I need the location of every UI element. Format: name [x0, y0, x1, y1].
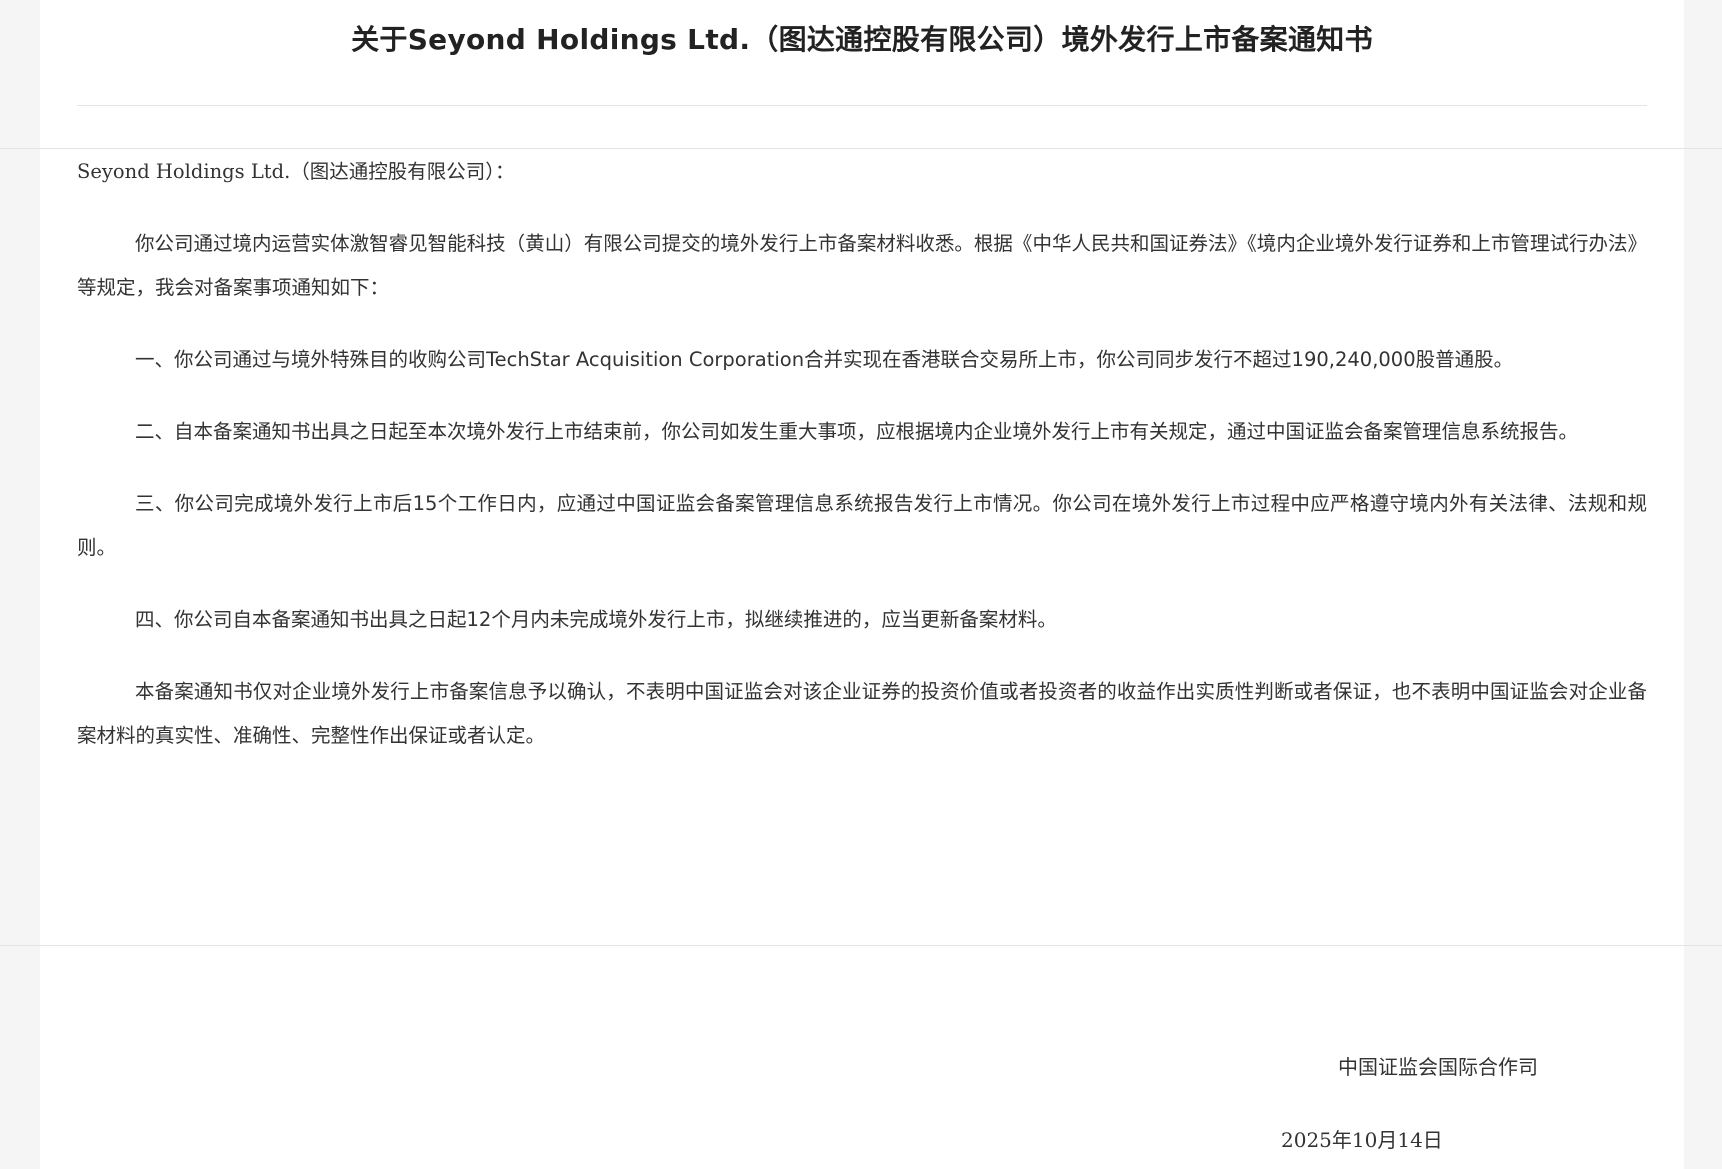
paragraph-disclaimer: 本备案通知书仅对企业境外发行上市备案信息予以确认，不表明中国证监会对该企业证券的… — [77, 680, 1647, 747]
paragraph-item-1: 一、你公司通过与境外特殊目的收购公司TechStar Acquisition C… — [135, 348, 1514, 371]
title-underline — [77, 105, 1647, 106]
paragraph-item-2: 二、自本备案通知书出具之日起至本次境外发行上市结束前，你公司如发生重大事项，应根… — [135, 420, 1579, 443]
paragraph-item-3: 三、你公司完成境外发行上市后15个工作日内，应通过中国证监会备案管理信息系统报告… — [77, 492, 1647, 559]
issue-date: 2025年10月14日 — [1281, 1128, 1443, 1152]
salutation: Seyond Holdings Ltd.（图达通控股有限公司）： — [77, 160, 515, 183]
footer-divider — [0, 945, 1722, 946]
document-body: Seyond Holdings Ltd.（图达通控股有限公司）： 你公司通过境内… — [77, 150, 1647, 786]
header-divider — [0, 148, 1722, 149]
paragraph-intro: 你公司通过境内运营实体激智睿见智能科技（黄山）有限公司提交的境外发行上市备案材料… — [77, 232, 1647, 299]
issuer-signature: 中国证监会国际合作司 — [1338, 1055, 1538, 1079]
paragraph-item-4: 四、你公司自本备案通知书出具之日起12个月内未完成境外发行上市，拟继续推进的，应… — [135, 608, 1057, 631]
document-title: 关于Seyond Holdings Ltd.（图达通控股有限公司）境外发行上市备… — [351, 23, 1373, 56]
